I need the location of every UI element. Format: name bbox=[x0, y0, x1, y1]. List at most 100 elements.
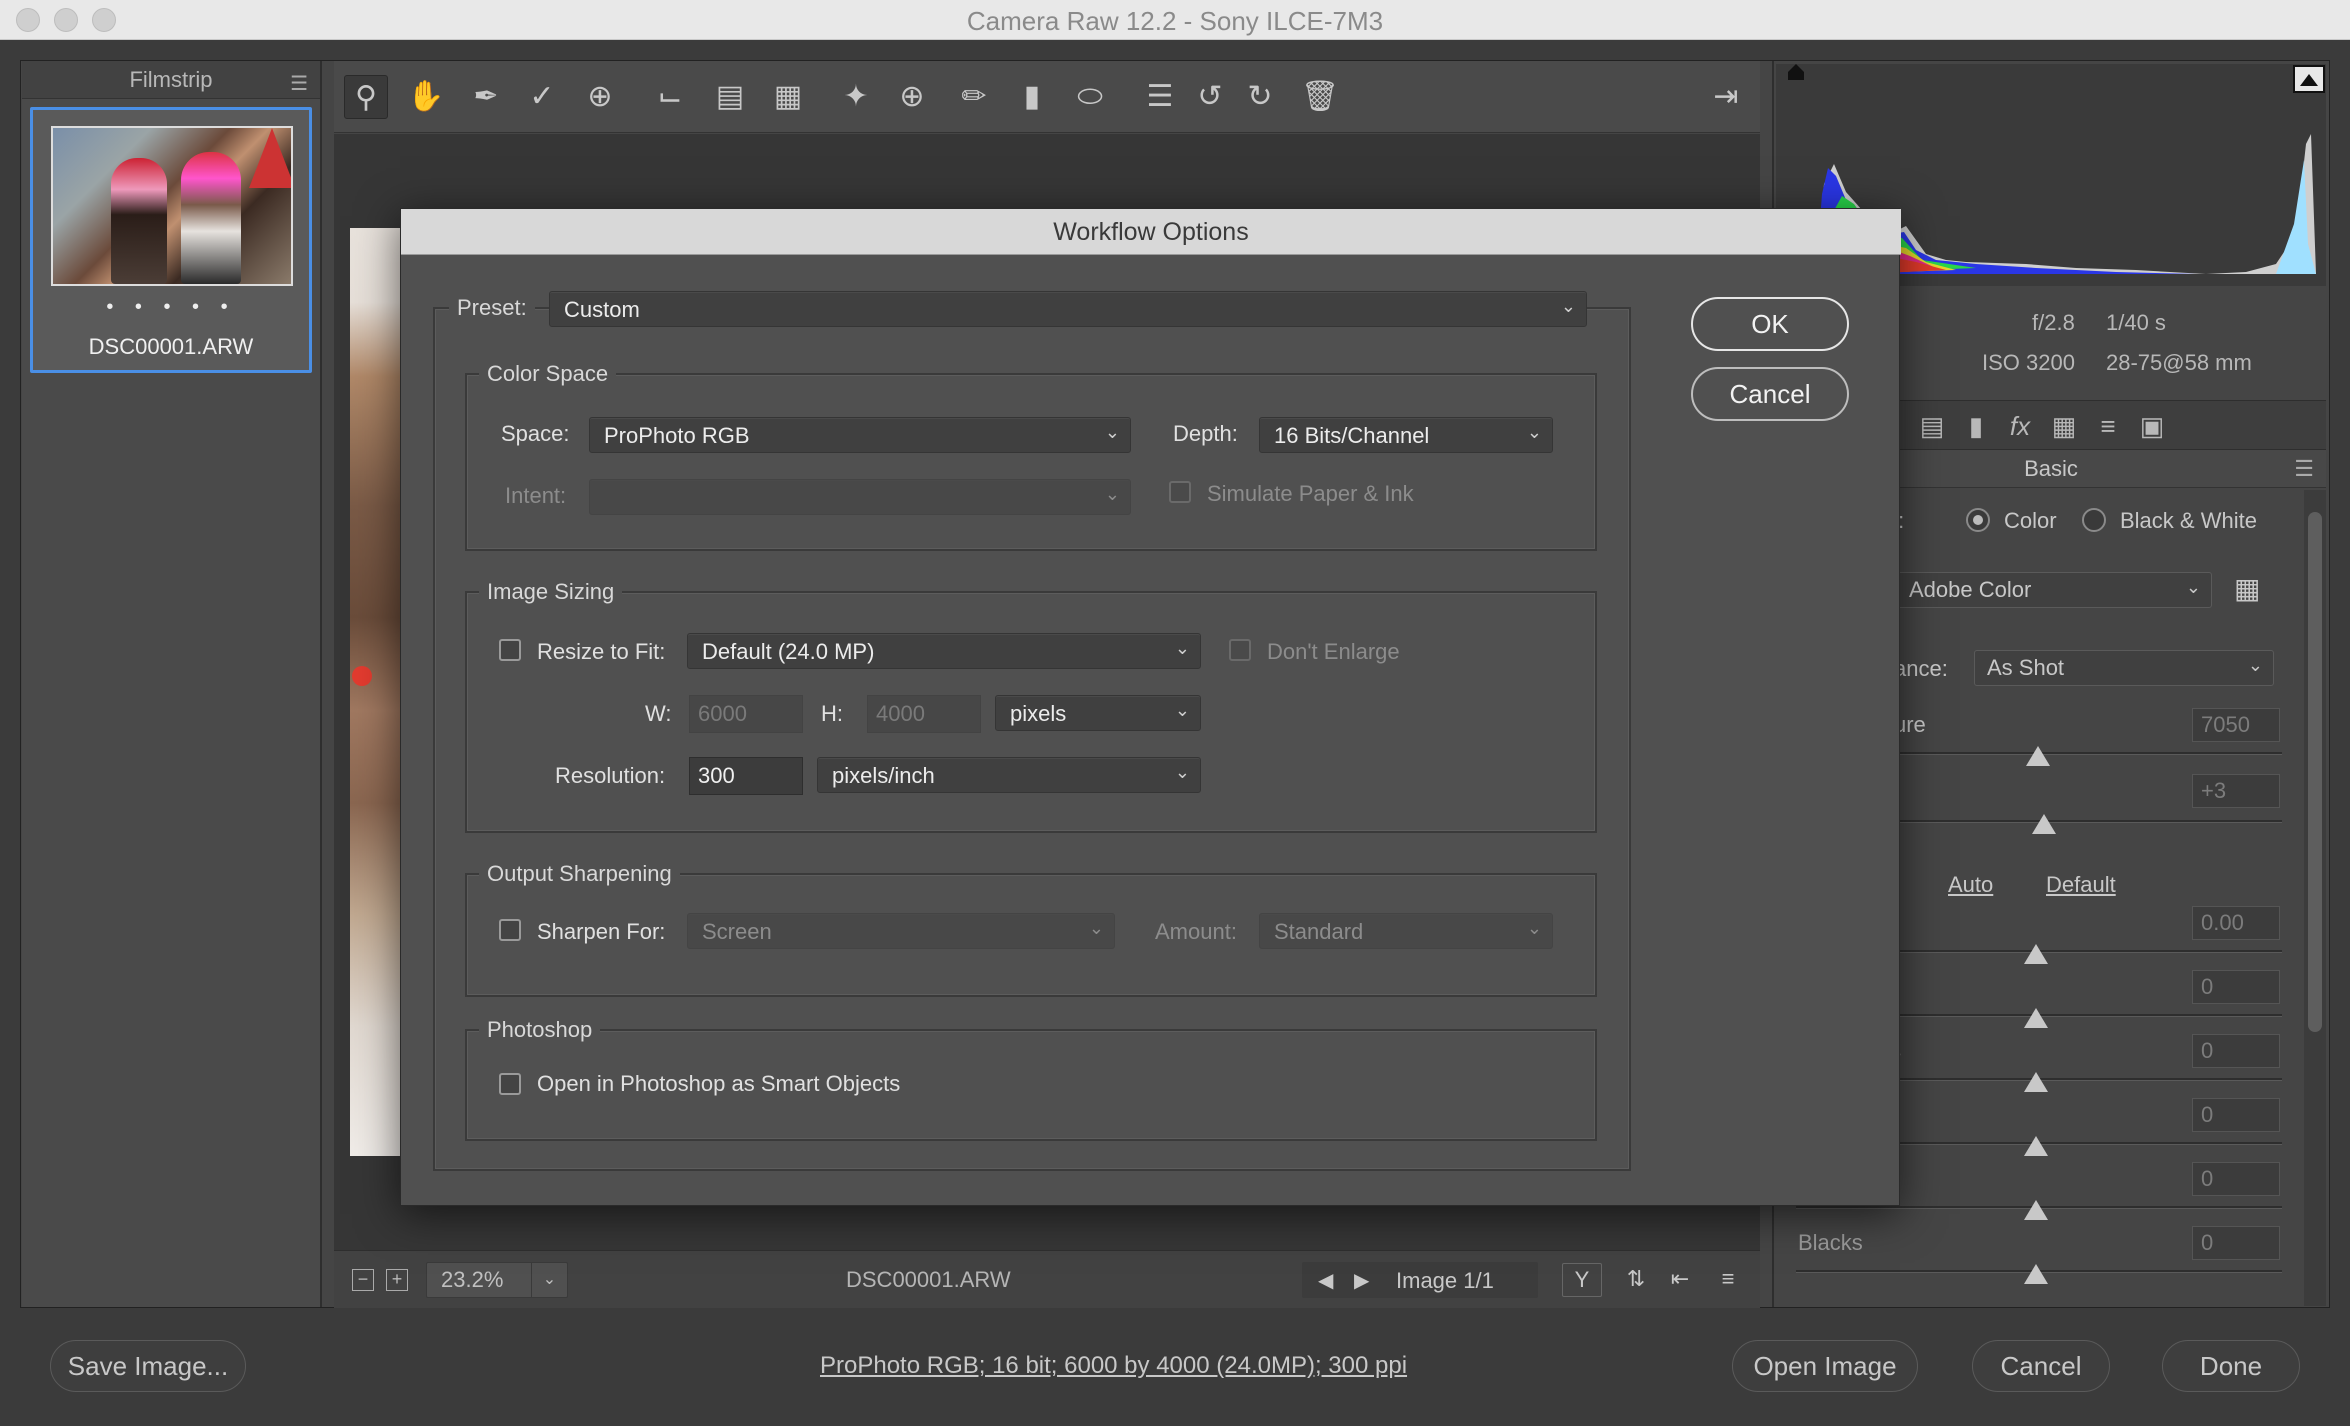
swap-settings-icon[interactable]: ⇅ bbox=[1616, 1263, 1656, 1297]
chevron-down-icon: ⌄ bbox=[1174, 700, 1190, 720]
tint-value[interactable]: +3 bbox=[2192, 774, 2280, 808]
exposure-value[interactable]: 0.00 bbox=[2192, 906, 2280, 940]
rating-dots[interactable]: • • • • • bbox=[33, 296, 309, 319]
sharpen-for-checkbox[interactable] bbox=[499, 919, 521, 941]
resize-to-fit-checkbox[interactable] bbox=[499, 639, 521, 661]
intent-select[interactable]: ⌄ bbox=[589, 479, 1131, 515]
temperature-value[interactable]: 7050 bbox=[2192, 708, 2280, 742]
zoom-in-icon[interactable]: + bbox=[386, 1269, 408, 1291]
tab-presets-icon[interactable]: ▣ bbox=[2136, 411, 2168, 441]
rotate-left-icon[interactable]: ↺ bbox=[1188, 75, 1232, 119]
done-button[interactable]: Done bbox=[2162, 1340, 2300, 1392]
zoom-out-icon[interactable]: − bbox=[352, 1269, 374, 1291]
white-balance-select[interactable]: As Shot ⌄ bbox=[1974, 650, 2274, 686]
preview-image-red-detail bbox=[352, 666, 372, 686]
spot-removal-tool-icon[interactable]: ✦ bbox=[834, 75, 878, 119]
transform-tool-icon[interactable]: ▦ bbox=[766, 75, 810, 119]
filmstrip-thumbnail[interactable]: • • • • • DSC00001.ARW bbox=[30, 107, 312, 373]
graduated-filter-icon[interactable]: ▮ bbox=[1010, 75, 1054, 119]
space-select[interactable]: ProPhoto RGB ⌄ bbox=[589, 417, 1131, 453]
current-filename: DSC00001.ARW bbox=[846, 1267, 1011, 1292]
exposure-slider-knob[interactable] bbox=[2024, 944, 2048, 964]
sharpen-for-select[interactable]: Screen ⌄ bbox=[687, 913, 1115, 949]
panel-scrollbar-thumb[interactable] bbox=[2308, 512, 2322, 1032]
zoom-level-select[interactable]: 23.2% ⌄ bbox=[426, 1262, 568, 1298]
dialog-title: Workflow Options bbox=[1053, 218, 1249, 246]
radial-filter-icon[interactable]: ⬭ bbox=[1068, 75, 1112, 119]
tab-lens-icon[interactable]: ▦ bbox=[2048, 411, 2080, 441]
resolution-unit-select[interactable]: pixels/inch ⌄ bbox=[817, 757, 1201, 793]
zoom-tool-icon[interactable]: ⚲ bbox=[344, 75, 388, 119]
next-image-icon[interactable]: ▶ bbox=[1354, 1268, 1369, 1293]
depth-select[interactable]: 16 Bits/Channel ⌄ bbox=[1259, 417, 1553, 453]
before-after-view-icon[interactable]: Y bbox=[1562, 1263, 1602, 1297]
simulate-paper-checkbox[interactable] bbox=[1169, 481, 1191, 503]
hand-tool-icon[interactable]: ✋ bbox=[404, 75, 448, 119]
height-input[interactable]: 4000 bbox=[867, 695, 981, 733]
tab-hsl-icon[interactable]: ▮ bbox=[1960, 411, 1992, 441]
auto-link[interactable]: Auto bbox=[1948, 872, 1993, 898]
shadows-slider-knob[interactable] bbox=[2024, 1136, 2048, 1156]
highlights-slider-knob[interactable] bbox=[2024, 1072, 2048, 1092]
resolution-input[interactable]: 300 bbox=[689, 757, 803, 795]
highlights-value[interactable]: 0 bbox=[2192, 1034, 2280, 1068]
whites-value[interactable]: 0 bbox=[2192, 1162, 2280, 1196]
treatment-color-radio[interactable] bbox=[1966, 508, 1990, 532]
contrast-slider-knob[interactable] bbox=[2024, 1008, 2048, 1028]
workflow-options-dialog: Workflow Options Preset: Custom ⌄ OK Can… bbox=[400, 208, 1901, 1206]
size-unit-select[interactable]: pixels ⌄ bbox=[995, 695, 1201, 731]
footer-cancel-button[interactable]: Cancel bbox=[1972, 1340, 2110, 1392]
resize-to-fit-select[interactable]: Default (24.0 MP) ⌄ bbox=[687, 633, 1201, 669]
dont-enlarge-checkbox[interactable] bbox=[1229, 639, 1251, 661]
chevron-down-icon: ⌄ bbox=[1526, 918, 1542, 938]
shadows-value[interactable]: 0 bbox=[2192, 1098, 2280, 1132]
aperture-readout: f/2.8 bbox=[2032, 310, 2075, 335]
temperature-slider-knob[interactable] bbox=[2026, 746, 2050, 766]
fullscreen-toggle-icon[interactable]: ⇥ bbox=[1704, 75, 1748, 119]
tab-detail-icon[interactable]: ▤ bbox=[1916, 411, 1948, 441]
chevron-down-icon: ⌄ bbox=[531, 1263, 567, 1297]
tab-effects-icon[interactable]: fx bbox=[2004, 411, 2036, 441]
contrast-value[interactable]: 0 bbox=[2192, 970, 2280, 1004]
default-link[interactable]: Default bbox=[2046, 872, 2116, 898]
smart-objects-checkbox[interactable] bbox=[499, 1073, 521, 1095]
toggle-settings-icon[interactable]: ≡ bbox=[1708, 1263, 1748, 1297]
chevron-down-icon: ⌄ bbox=[1174, 638, 1190, 658]
red-eye-tool-icon[interactable]: ⊕ bbox=[890, 75, 934, 119]
width-input[interactable]: 6000 bbox=[689, 695, 803, 733]
preferences-icon[interactable]: ☰ bbox=[1138, 75, 1182, 119]
preset-select[interactable]: Custom ⌄ bbox=[549, 291, 1587, 327]
save-image-button[interactable]: Save Image... bbox=[50, 1340, 246, 1392]
blacks-value[interactable]: 0 bbox=[2192, 1226, 2280, 1260]
straighten-tool-icon[interactable]: ▤ bbox=[708, 75, 752, 119]
dialog-cancel-button[interactable]: Cancel bbox=[1691, 367, 1849, 421]
window-title-bar: Camera Raw 12.2 - Sony ILCE-7M3 bbox=[0, 0, 2350, 40]
crop-tool-icon[interactable]: ⌙ bbox=[648, 75, 692, 119]
tint-slider-knob[interactable] bbox=[2032, 814, 2056, 834]
adjustment-brush-icon[interactable]: ✏ bbox=[952, 75, 996, 119]
tab-calibration-icon[interactable]: ≡ bbox=[2092, 411, 2124, 441]
whites-slider-knob[interactable] bbox=[2024, 1200, 2048, 1220]
trash-icon[interactable]: 🗑 bbox=[1298, 75, 1342, 119]
blacks-slider-knob[interactable] bbox=[2024, 1264, 2048, 1284]
targeted-adjustment-tool-icon[interactable]: ⊕ bbox=[578, 75, 622, 119]
open-image-button[interactable]: Open Image bbox=[1732, 1340, 1918, 1392]
copy-settings-icon[interactable]: ⇤ bbox=[1660, 1263, 1700, 1297]
previous-image-icon[interactable]: ◀ bbox=[1318, 1268, 1333, 1293]
treatment-bw-radio[interactable] bbox=[2082, 508, 2106, 532]
image-index: Image 1/1 bbox=[1396, 1268, 1494, 1293]
rotate-right-icon[interactable]: ↻ bbox=[1238, 75, 1282, 119]
profile-browser-icon[interactable]: ▦ bbox=[2234, 572, 2260, 605]
treatment-color-label: Color bbox=[2004, 508, 2057, 533]
basic-menu-icon[interactable]: ☰ bbox=[2294, 456, 2314, 482]
chevron-down-icon: ⌄ bbox=[1526, 422, 1542, 442]
profile-select[interactable]: Adobe Color ⌄ bbox=[1896, 572, 2212, 608]
amount-select[interactable]: Standard ⌄ bbox=[1259, 913, 1553, 949]
ok-button[interactable]: OK bbox=[1691, 297, 1849, 351]
filmstrip-menu-icon[interactable]: ☰ bbox=[290, 71, 308, 96]
white-balance-tool-icon[interactable]: ✒ bbox=[464, 75, 508, 119]
thumbnail-image bbox=[51, 126, 293, 286]
workflow-options-link[interactable]: ProPhoto RGB; 16 bit; 6000 by 4000 (24.0… bbox=[820, 1352, 1407, 1380]
treatment-bw-label: Black & White bbox=[2120, 508, 2257, 533]
color-sampler-tool-icon[interactable]: ✓ bbox=[520, 75, 564, 119]
